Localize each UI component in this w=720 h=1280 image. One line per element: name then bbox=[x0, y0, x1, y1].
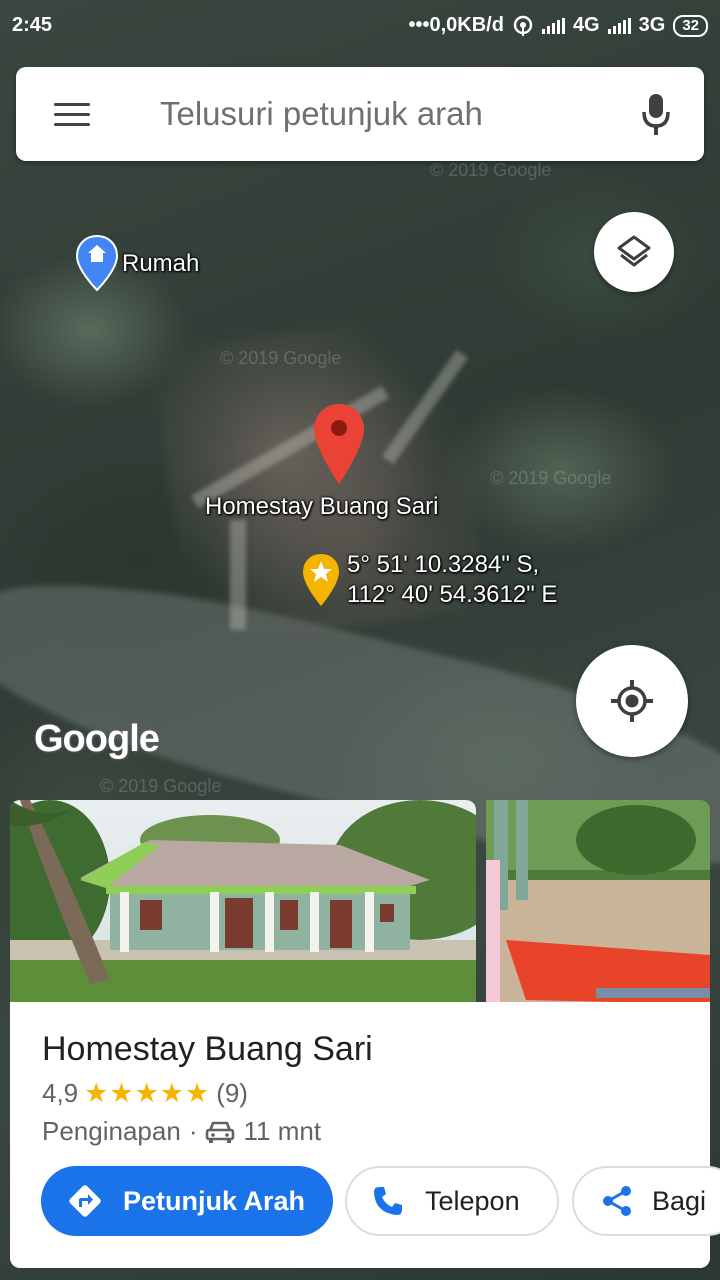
map-watermark: © 2019 Google bbox=[430, 160, 552, 180]
map-watermark: © 2019 Google bbox=[220, 348, 342, 368]
place-photo-secondary[interactable] bbox=[486, 800, 710, 1004]
rating-stars-icon: ★★★★★ bbox=[84, 1078, 211, 1108]
home-pin-icon[interactable] bbox=[75, 234, 119, 292]
coordinate-longitude: 112° 40' 54.3612" E bbox=[347, 581, 558, 608]
status-bar: 2:45 •••0,0KB/d 4G 3G 32 bbox=[0, 0, 720, 52]
microphone-icon[interactable] bbox=[642, 94, 670, 136]
yard-photo-image bbox=[486, 800, 710, 1004]
signal-icon bbox=[607, 17, 631, 34]
hotspot-icon bbox=[513, 15, 533, 36]
share-button[interactable]: Bagi bbox=[572, 1166, 720, 1236]
info-row: Penginapan · 11 mnt bbox=[42, 1116, 321, 1147]
directions-icon bbox=[69, 1185, 101, 1217]
hamburger-menu-icon[interactable] bbox=[54, 103, 90, 127]
place-pin-icon[interactable] bbox=[312, 402, 366, 486]
rating-value: 4,9 bbox=[42, 1078, 79, 1108]
coordinate-latitude: 5° 51' 10.3284" S, bbox=[347, 551, 540, 578]
battery-icon: 32 bbox=[673, 14, 708, 37]
battery-level: 32 bbox=[682, 16, 699, 34]
phone-icon bbox=[374, 1187, 402, 1215]
roof-edge bbox=[230, 520, 246, 630]
separator-dot: · bbox=[188, 1116, 198, 1146]
place-name: Homestay Buang Sari bbox=[42, 1030, 373, 1068]
search-bar[interactable]: Telusuri petunjuk arah bbox=[16, 67, 704, 161]
layers-icon bbox=[617, 235, 651, 267]
map-watermark: © 2019 Google bbox=[100, 776, 222, 796]
network-speed: •••0,0KB/d bbox=[408, 14, 504, 36]
network-type-2: 3G bbox=[638, 14, 666, 36]
home-label[interactable]: Rumah bbox=[122, 250, 199, 278]
network-type-1: 4G bbox=[572, 14, 600, 36]
review-count[interactable]: (9) bbox=[216, 1078, 248, 1109]
directions-label: Petunjuk Arah bbox=[123, 1185, 306, 1216]
place-label[interactable]: Homestay Buang Sari bbox=[205, 493, 438, 521]
my-location-button[interactable] bbox=[576, 645, 688, 757]
my-location-icon bbox=[611, 680, 653, 722]
status-time: 2:45 bbox=[12, 14, 53, 36]
call-label: Telepon bbox=[425, 1185, 520, 1216]
coordinate-label: 5° 51' 10.3284" S, 112° 40' 54.3612" E bbox=[347, 550, 557, 610]
call-button[interactable]: Telepon bbox=[345, 1166, 559, 1236]
signal-icon bbox=[541, 17, 565, 34]
status-indicators: •••0,0KB/d 4G 3G 32 bbox=[408, 14, 708, 37]
place-photo-main[interactable] bbox=[10, 800, 476, 1004]
google-logo: Google bbox=[34, 718, 160, 760]
map-watermark: © 2019 Google bbox=[490, 468, 612, 488]
star-pin-icon[interactable] bbox=[301, 552, 341, 608]
share-icon bbox=[603, 1186, 631, 1216]
rating-row: 4,9 ★★★★★ (9) bbox=[42, 1078, 248, 1109]
layers-button[interactable] bbox=[594, 212, 674, 292]
directions-button[interactable]: Petunjuk Arah bbox=[41, 1166, 333, 1236]
drive-time: 11 mnt bbox=[243, 1116, 322, 1146]
search-input[interactable]: Telusuri petunjuk arah bbox=[160, 95, 483, 133]
house-photo-image bbox=[10, 800, 476, 1004]
car-icon bbox=[206, 1121, 235, 1143]
share-label: Bagi bbox=[652, 1185, 707, 1216]
place-category: Penginapan bbox=[42, 1116, 181, 1146]
